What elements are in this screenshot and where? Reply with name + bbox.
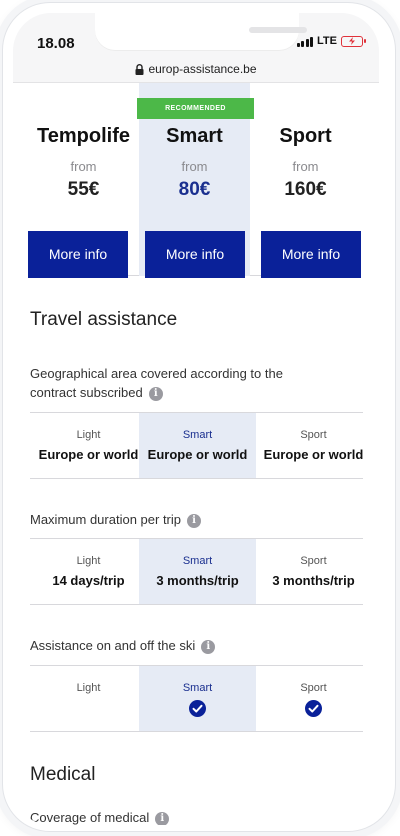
- cell-label: Smart: [182, 555, 213, 567]
- cell-value: Europe or world: [263, 447, 364, 462]
- cell-light: Light 14 days/trip: [30, 539, 147, 604]
- info-icon[interactable]: i: [201, 639, 216, 654]
- phone-frame: 18.08 LTE europ-assistance.be Tempolife …: [2, 2, 396, 832]
- battery-icon: [341, 35, 366, 47]
- smart-more-info-button[interactable]: More info: [145, 231, 245, 278]
- question-ski-assistance: Assistance on and off the ski i: [30, 636, 330, 655]
- plan-name: Sport: [279, 125, 332, 147]
- info-icon[interactable]: i: [155, 811, 170, 825]
- cell-label: Sport: [300, 682, 327, 694]
- cell-light: Light Europe or world: [30, 413, 147, 478]
- status-time: 18.08: [37, 35, 75, 52]
- url-bar[interactable]: europ-assistance.be: [13, 57, 379, 83]
- question-maximum-duration: Maximum duration per trip i: [30, 510, 330, 529]
- cell-sport: Sport: [255, 666, 372, 731]
- question-text: Coverage of medical: [30, 810, 150, 825]
- plan-name: Tempolife: [37, 125, 130, 147]
- medical-title: Medical: [30, 764, 96, 785]
- answer-row-maximum-duration: Light 14 days/trip Smart 3 months/trip S…: [30, 538, 363, 605]
- cell-smart: Smart Europe or world: [139, 413, 256, 478]
- cell-value: Europe or world: [38, 447, 139, 462]
- speaker: [249, 27, 307, 33]
- phone-screen: 18.08 LTE europ-assistance.be Tempolife …: [13, 13, 379, 825]
- cell-label: Smart: [182, 682, 213, 694]
- plan-name: Smart: [166, 125, 223, 147]
- cell-label: Light: [76, 429, 101, 441]
- cell-sport: Sport Europe or world: [255, 413, 372, 478]
- checkmark-icon: [305, 700, 322, 717]
- cell-smart: Smart: [139, 666, 256, 731]
- question-coverage-medical: Coverage of medical i: [30, 808, 330, 825]
- status-bar: 18.08 LTE: [13, 13, 379, 57]
- question-text: Assistance on and off the ski: [30, 638, 196, 653]
- plan-from: from: [292, 159, 319, 174]
- cell-label: Sport: [300, 429, 327, 441]
- notch: [95, 13, 307, 51]
- network-type: LTE: [317, 35, 337, 47]
- plan-price: 55€: [67, 179, 100, 200]
- lock-icon: [135, 63, 144, 75]
- answer-row-ski-assistance: Light Smart Sport: [30, 665, 363, 732]
- plan-from: from: [70, 159, 97, 174]
- cell-value: 14 days/trip: [52, 573, 125, 588]
- cell-sport: Sport 3 months/trip: [255, 539, 372, 604]
- plan-from: from: [181, 159, 208, 174]
- recommended-badge: RECOMMENDED: [137, 98, 254, 119]
- cell-light: Light: [30, 666, 147, 731]
- sport-more-info-button[interactable]: More info: [261, 231, 361, 278]
- cell-label: Light: [76, 682, 101, 694]
- cell-value: 3 months/trip: [156, 573, 239, 588]
- cell-smart: Smart 3 months/trip: [139, 539, 256, 604]
- info-icon[interactable]: i: [187, 513, 201, 528]
- signal-icon: [296, 36, 314, 47]
- page-content: Tempolife from 55€ Smart from 80€ Sport …: [13, 83, 379, 825]
- plan-price: 80€: [178, 179, 211, 200]
- cell-label: Sport: [300, 555, 327, 567]
- url-text: europ-assistance.be: [148, 62, 257, 76]
- answer-row-geographical-area: Light Europe or world Smart Europe or wo…: [30, 412, 363, 479]
- cell-label: Smart: [182, 429, 213, 441]
- checkmark-icon: [189, 700, 206, 717]
- plan-price: 160€: [284, 179, 327, 200]
- travel-assistance-title: Travel assistance: [30, 309, 178, 330]
- plans-header: Tempolife from 55€ Smart from 80€ Sport …: [28, 83, 361, 278]
- question-text: Maximum duration per trip: [30, 512, 181, 527]
- cell-value: Europe or world: [147, 447, 248, 462]
- cell-label: Light: [76, 555, 101, 567]
- info-icon[interactable]: i: [148, 386, 163, 401]
- status-indicators: LTE: [296, 35, 366, 47]
- tempolife-more-info-button[interactable]: More info: [28, 231, 128, 278]
- cell-value: 3 months/trip: [272, 573, 355, 588]
- question-geographical-area: Geographical area covered according to t…: [30, 364, 330, 402]
